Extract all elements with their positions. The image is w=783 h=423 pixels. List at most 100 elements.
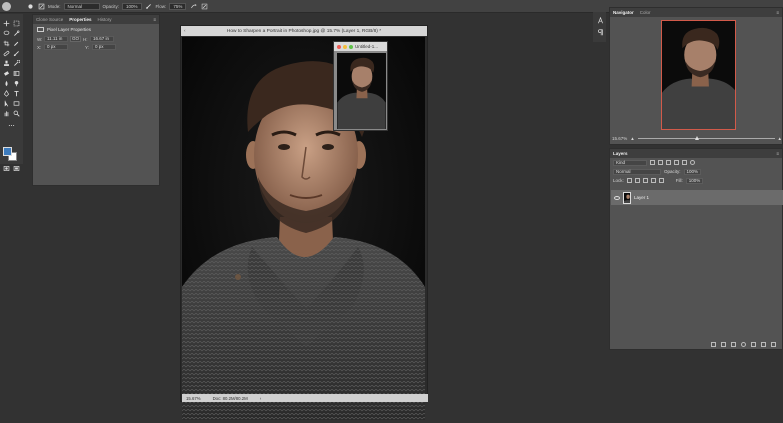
- layers-footer: [610, 339, 782, 349]
- layer-name[interactable]: Layer 1: [634, 195, 649, 200]
- home-icon[interactable]: [2, 2, 11, 11]
- document-zoom[interactable]: 15.67%: [186, 396, 201, 401]
- mode-label: Mode:: [48, 3, 61, 9]
- zoom-window-icon[interactable]: [349, 44, 353, 49]
- adjustment-layer-icon[interactable]: [741, 341, 746, 347]
- eyedropper-tool-icon[interactable]: [12, 39, 20, 47]
- zoom-in-icon[interactable]: ▲: [778, 136, 782, 141]
- zoom-out-icon[interactable]: ▲: [630, 136, 634, 141]
- minimize-window-icon[interactable]: [343, 44, 347, 49]
- dodge-tool-icon[interactable]: [12, 79, 20, 87]
- blur-tool-icon[interactable]: [2, 79, 10, 87]
- fill-label: Fill:: [675, 178, 683, 183]
- lock-all-icon[interactable]: [658, 178, 664, 183]
- lock-transparent-icon[interactable]: [626, 178, 632, 183]
- more-tools-icon[interactable]: [7, 121, 15, 129]
- filter-toggle-icon[interactable]: [690, 160, 695, 165]
- untitled-title-bar[interactable]: Untitled-1...: [334, 42, 387, 51]
- tab-navigator[interactable]: Navigator: [613, 10, 634, 15]
- type-tool-icon[interactable]: [12, 89, 20, 97]
- screen-mode-icon[interactable]: [12, 164, 20, 172]
- gradient-tool-icon[interactable]: [12, 69, 20, 77]
- brush-tool-icon[interactable]: [12, 49, 20, 57]
- document-title: How to Sharpen a Portrait in Photoshop.j…: [226, 28, 382, 34]
- hand-tool-icon[interactable]: [2, 109, 10, 117]
- lock-image-icon[interactable]: [634, 178, 640, 183]
- arrange-arrow-icon[interactable]: ‹: [184, 29, 186, 34]
- paragraph-panel-icon[interactable]: [596, 28, 604, 36]
- healing-brush-tool-icon[interactable]: [2, 49, 10, 57]
- document-window: ‹ How to Sharpen a Portrait in Photoshop…: [180, 25, 428, 420]
- clone-stamp-tool-icon[interactable]: [2, 59, 10, 67]
- navigator-zoom-value[interactable]: 15.67%: [612, 136, 627, 141]
- move-tool-icon[interactable]: [2, 19, 10, 27]
- filter-kind-select[interactable]: Kind: [613, 159, 647, 166]
- navigator-tabs: Navigator Color ≡: [610, 8, 782, 17]
- rectangle-tool-icon[interactable]: [12, 99, 20, 107]
- brush-settings-icon[interactable]: [37, 2, 45, 10]
- layer-thumb-image: [624, 192, 630, 203]
- close-window-icon[interactable]: [337, 44, 341, 49]
- y-field[interactable]: 0 px: [92, 44, 116, 50]
- blend-mode-select[interactable]: Normal: [613, 168, 661, 175]
- tab-history[interactable]: History: [98, 17, 112, 22]
- foreground-color-swatch[interactable]: [3, 147, 12, 156]
- filter-adjustment-icon[interactable]: [658, 160, 663, 165]
- mode-select[interactable]: Normal: [63, 2, 100, 10]
- new-layer-icon[interactable]: [761, 341, 766, 347]
- layers-menu-icon[interactable]: ≡: [776, 151, 779, 156]
- tab-layers[interactable]: Layers: [613, 151, 628, 156]
- pen-tool-icon[interactable]: [2, 89, 10, 97]
- quick-mask-icon[interactable]: [2, 164, 10, 172]
- untitled-window: Untitled-1...: [333, 41, 388, 131]
- flow-field[interactable]: 75%: [169, 2, 187, 10]
- panel-menu-icon[interactable]: ≡: [153, 17, 156, 22]
- link-dimensions-button[interactable]: GO: [70, 36, 82, 42]
- zoom-tool-icon[interactable]: [12, 109, 20, 117]
- document-canvas[interactable]: [182, 37, 425, 420]
- path-selection-tool-icon[interactable]: [2, 99, 10, 107]
- new-group-icon[interactable]: [751, 341, 756, 347]
- filter-pixel-icon[interactable]: [650, 160, 655, 165]
- lock-position-icon[interactable]: [642, 178, 648, 183]
- layer-row[interactable]: Layer 1: [611, 190, 783, 205]
- layer-opacity-field[interactable]: 100%: [683, 168, 702, 175]
- history-brush-tool-icon[interactable]: [12, 59, 20, 67]
- crop-tool-icon[interactable]: [2, 39, 10, 47]
- brush-preset-icon[interactable]: [26, 2, 34, 10]
- add-mask-icon[interactable]: [731, 341, 736, 347]
- navigator-preview[interactable]: [661, 20, 736, 130]
- pressure-size-icon[interactable]: [200, 2, 208, 10]
- tab-clone-source[interactable]: Clone Source: [36, 17, 63, 22]
- tab-properties[interactable]: Properties: [69, 17, 91, 22]
- lock-artboard-icon[interactable]: [650, 178, 656, 183]
- pixel-layer-icon: [37, 27, 44, 32]
- tab-color[interactable]: Color: [640, 10, 651, 15]
- untitled-canvas[interactable]: [337, 53, 386, 129]
- character-panel-icon[interactable]: [596, 16, 604, 24]
- navigator-panel: Navigator Color ≡ 15.67% ▲ ▲: [609, 7, 783, 145]
- visibility-eye-icon[interactable]: [614, 195, 620, 200]
- link-layers-icon[interactable]: [711, 341, 716, 347]
- width-field[interactable]: 11.11 in: [44, 36, 68, 42]
- status-arrow-icon[interactable]: ›: [260, 396, 261, 401]
- quick-select-tool-icon[interactable]: [12, 29, 20, 37]
- lasso-tool-icon[interactable]: [2, 29, 10, 37]
- airbrush-icon[interactable]: [189, 2, 197, 10]
- navigator-menu-icon[interactable]: ≡: [776, 10, 779, 15]
- fill-field[interactable]: 100%: [685, 177, 704, 184]
- opacity-field[interactable]: 100%: [122, 2, 142, 10]
- layer-style-icon[interactable]: [721, 341, 726, 347]
- eraser-tool-icon[interactable]: [2, 69, 10, 77]
- filter-smart-object-icon[interactable]: [682, 160, 687, 165]
- marquee-tool-icon[interactable]: [12, 19, 20, 27]
- filter-shape-icon[interactable]: [674, 160, 679, 165]
- x-field[interactable]: 0 px: [44, 44, 68, 50]
- zoom-slider[interactable]: [637, 136, 775, 140]
- delete-layer-icon[interactable]: [771, 341, 776, 347]
- filter-type-icon[interactable]: [666, 160, 671, 165]
- height-field[interactable]: 16.67 in: [90, 36, 115, 42]
- document-title-bar[interactable]: ‹ How to Sharpen a Portrait in Photoshop…: [181, 26, 427, 36]
- zoom-slider-thumb[interactable]: [695, 136, 700, 140]
- pressure-opacity-icon[interactable]: [145, 2, 153, 10]
